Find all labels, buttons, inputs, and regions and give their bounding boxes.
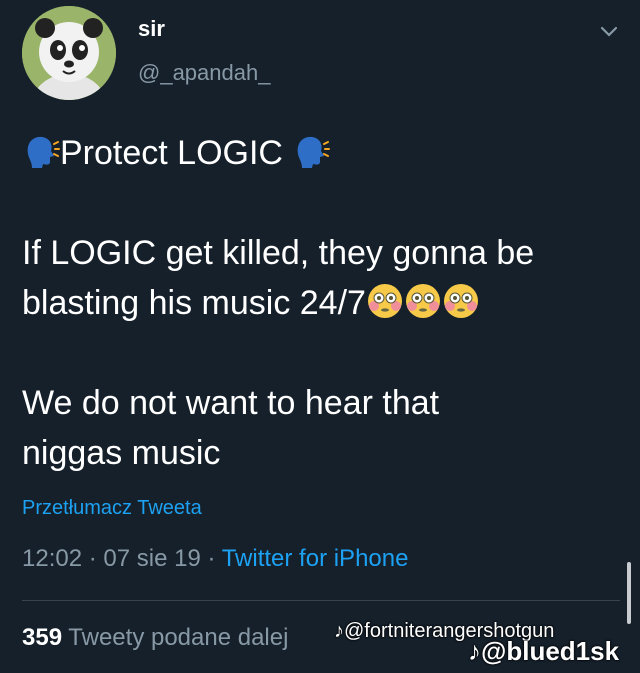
retweets-label: Tweety podane dalej xyxy=(68,624,289,651)
tweet-time: 12:02 xyxy=(22,545,83,572)
meta-separator: · xyxy=(82,545,104,572)
retweets-stat[interactable]: 359 Tweety podane dalej xyxy=(22,624,288,652)
tweet-text: Protect LOGIC If LOGIC get killed, they … xyxy=(22,128,622,478)
chevron-down-icon[interactable] xyxy=(598,20,620,42)
tiktok-icon: ♪ xyxy=(468,636,481,666)
tweet-line-1-text: Protect LOGIC xyxy=(60,134,283,172)
tweet-date: 07 sie 19 xyxy=(103,545,201,572)
tweet-line-2b-text: blasting his music 24/7 xyxy=(22,284,366,322)
tiktok-watermark-user: ♪@blued1sk xyxy=(468,636,619,667)
flushed-face-icon xyxy=(443,284,478,318)
avatar[interactable] xyxy=(22,6,116,100)
tweet-source-link[interactable]: Twitter for iPhone xyxy=(222,545,409,572)
flushed-face-icon xyxy=(367,284,402,318)
panda-avatar-icon xyxy=(22,6,116,100)
flushed-face-icon xyxy=(405,284,440,318)
scrollbar[interactable] xyxy=(627,562,631,624)
tiktok-icon: ♪ xyxy=(334,620,344,642)
tweet-line-2a: If LOGIC get killed, they gonna be xyxy=(22,234,535,272)
tiktok-watermark-user-text: @blued1sk xyxy=(481,636,620,666)
speaking-head-icon xyxy=(27,136,60,168)
speaking-head-icon xyxy=(298,136,331,168)
tweet-line-2b: blasting his music 24/7 xyxy=(22,278,622,328)
tweet-line-3a: We do not want to hear that xyxy=(22,384,440,422)
user-handle[interactable]: @_apandah_ xyxy=(138,60,270,86)
display-name[interactable]: sir xyxy=(138,16,165,42)
tweet-line-1: Protect LOGIC xyxy=(22,128,622,178)
divider xyxy=(22,600,620,601)
tweet-meta: 12:02 · 07 sie 19 · Twitter for iPhone xyxy=(22,545,408,573)
retweets-count: 359 xyxy=(22,624,63,651)
tweet-line-3b: niggas music xyxy=(22,434,221,472)
translate-tweet-link[interactable]: Przetłumacz Tweeta xyxy=(22,497,202,520)
meta-separator: · xyxy=(200,545,222,572)
